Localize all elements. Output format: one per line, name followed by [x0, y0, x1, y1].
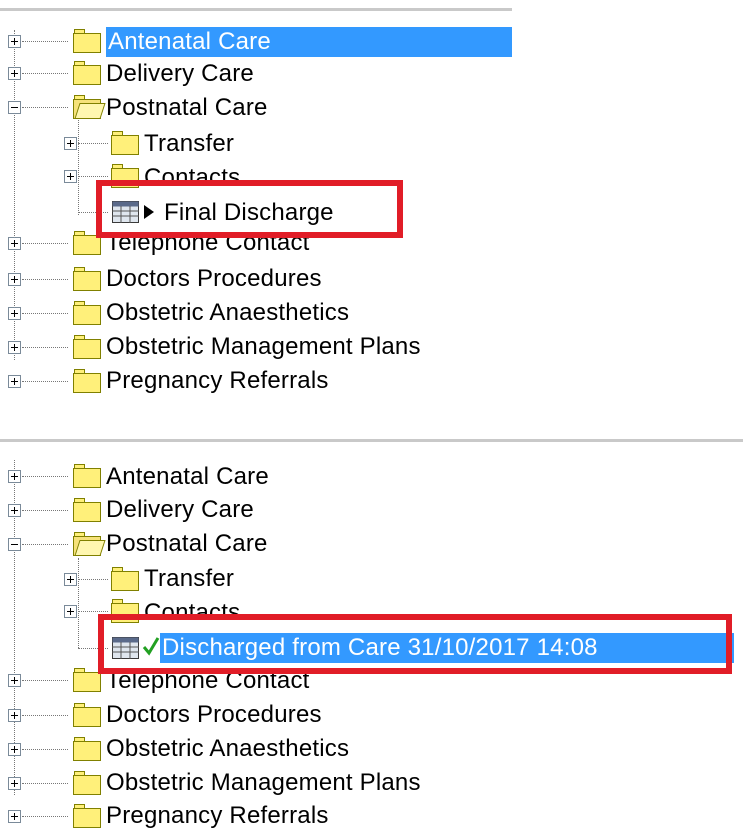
folder-icon — [73, 301, 103, 325]
tree-connector-line — [22, 510, 68, 511]
tree-item-delivery-care[interactable]: Delivery Care — [106, 495, 254, 525]
tree-item-doctors-procedures[interactable]: Doctors Procedures — [106, 700, 322, 730]
folder-icon — [73, 703, 103, 727]
tree-connector-line — [78, 143, 108, 144]
open-folder-icon — [73, 532, 106, 556]
folder-icon — [73, 464, 103, 488]
expand-toggle-icon[interactable] — [8, 470, 21, 483]
tree-item-obstetric-anaesthetics[interactable]: Obstetric Anaesthetics — [106, 734, 349, 764]
folder-icon — [73, 771, 103, 795]
collapse-toggle-icon[interactable] — [8, 538, 21, 551]
panel-top-border — [0, 439, 743, 442]
tree-connector-line — [22, 749, 68, 750]
folder-icon — [73, 498, 103, 522]
panel-top-border — [0, 8, 512, 11]
folder-icon — [73, 804, 103, 828]
expand-toggle-icon[interactable] — [8, 504, 21, 517]
tree-item-postnatal-care[interactable]: Postnatal Care — [106, 529, 268, 559]
highlight-box — [96, 180, 403, 238]
expand-toggle-icon[interactable] — [64, 137, 77, 150]
tree-connector-line — [22, 313, 68, 314]
tree-connector-line — [22, 783, 68, 784]
expand-toggle-icon[interactable] — [8, 35, 21, 48]
expand-toggle-icon[interactable] — [8, 67, 21, 80]
tree-item-doctors-procedures[interactable]: Doctors Procedures — [106, 264, 322, 294]
collapse-toggle-icon[interactable] — [8, 101, 21, 114]
folder-icon — [73, 369, 103, 393]
tree-item-antenatal-care[interactable]: Antenatal Care — [106, 27, 512, 57]
expand-toggle-icon[interactable] — [64, 170, 77, 183]
top-tree-panel: Antenatal Care Delivery Care Postnatal C… — [0, 0, 743, 400]
open-folder-icon — [73, 95, 106, 119]
tree-item-antenatal-care[interactable]: Antenatal Care — [106, 462, 269, 492]
folder-icon — [73, 737, 103, 761]
expand-toggle-icon[interactable] — [8, 307, 21, 320]
expand-toggle-icon[interactable] — [8, 674, 21, 687]
expand-toggle-icon[interactable] — [64, 605, 77, 618]
expand-toggle-icon[interactable] — [8, 375, 21, 388]
tree-item-postnatal-care[interactable]: Postnatal Care — [106, 93, 268, 123]
tree-connector-line — [22, 715, 68, 716]
expand-toggle-icon[interactable] — [8, 273, 21, 286]
expand-toggle-icon[interactable] — [8, 777, 21, 790]
expand-toggle-icon[interactable] — [8, 341, 21, 354]
folder-icon — [73, 29, 103, 53]
tree-connector-line — [22, 41, 68, 42]
tree-connector-line — [22, 243, 68, 244]
tree-connector-line — [22, 476, 68, 477]
expand-toggle-icon[interactable] — [8, 810, 21, 823]
tree-connector-line — [22, 347, 68, 348]
expand-toggle-icon[interactable] — [8, 743, 21, 756]
folder-icon — [73, 267, 103, 291]
tree-item-pregnancy-referrals[interactable]: Pregnancy Referrals — [106, 801, 329, 831]
tree-item-pregnancy-referrals[interactable]: Pregnancy Referrals — [106, 366, 329, 396]
tree-connector-line — [22, 73, 68, 74]
tree-item-transfer[interactable]: Transfer — [144, 129, 234, 159]
expand-toggle-icon[interactable] — [8, 237, 21, 250]
tree-connector-line — [78, 558, 79, 648]
bottom-tree-panel: Antenatal Care Delivery Care Postnatal C… — [0, 430, 743, 832]
tree-connector-line — [78, 611, 108, 612]
folder-icon — [111, 567, 141, 591]
tree-connector-line — [22, 107, 68, 108]
tree-item-obstetric-management-plans[interactable]: Obstetric Management Plans — [106, 768, 421, 798]
tree-connector-line — [78, 579, 108, 580]
tree-item-obstetric-anaesthetics[interactable]: Obstetric Anaesthetics — [106, 298, 349, 328]
folder-icon — [73, 61, 103, 85]
tree-connector-line — [78, 176, 108, 177]
expand-toggle-icon[interactable] — [8, 709, 21, 722]
tree-item-transfer[interactable]: Transfer — [144, 564, 234, 594]
tree-item-delivery-care[interactable]: Delivery Care — [106, 59, 254, 89]
tree-item-obstetric-management-plans[interactable]: Obstetric Management Plans — [106, 332, 421, 362]
tree-connector-line — [22, 544, 68, 545]
tree-connector-line — [22, 816, 68, 817]
folder-icon — [111, 131, 141, 155]
tree-connector-line — [22, 279, 68, 280]
tree-connector-line — [22, 680, 68, 681]
tree-connector-line — [78, 120, 79, 215]
highlight-box — [98, 614, 732, 674]
expand-toggle-icon[interactable] — [64, 573, 77, 586]
tree-connector-line — [22, 381, 68, 382]
folder-icon — [73, 335, 103, 359]
